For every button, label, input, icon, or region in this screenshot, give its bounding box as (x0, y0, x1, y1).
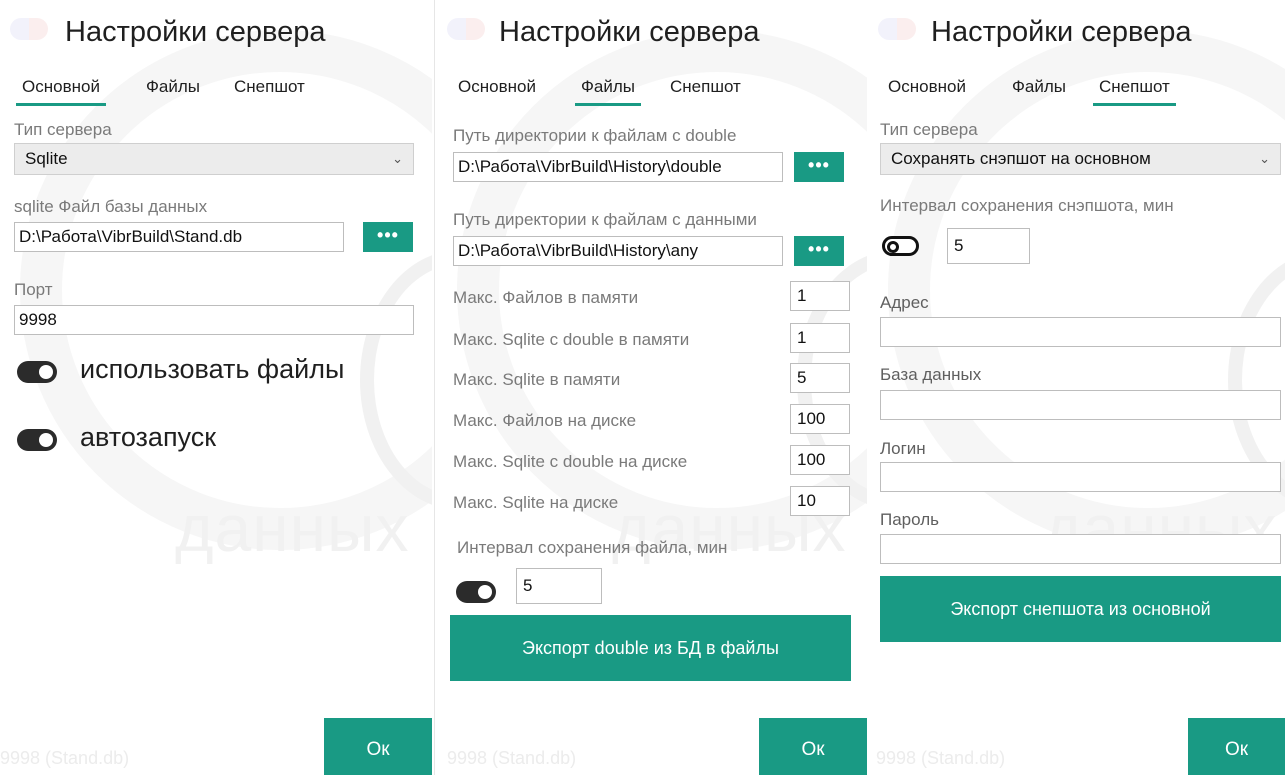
database-label: База данных (880, 365, 982, 384)
panel-divider (434, 0, 435, 775)
export-snapshot-button[interactable]: Экспорт снепшота из основной (880, 576, 1281, 642)
snapshot-mode-select[interactable]: Сохранять снэпшот на основном ⌄ (880, 143, 1281, 175)
limit-label: Макс. Sqlite с double в памяти (453, 330, 690, 349)
active-tab-indicator (1093, 103, 1176, 106)
limit-field[interactable]: 1 (790, 281, 850, 311)
tab-snapshot[interactable]: Снепшот (1093, 77, 1176, 106)
active-tab-indicator (575, 103, 642, 106)
snapshot-interval-toggle[interactable] (882, 236, 919, 256)
data-dir-field[interactable]: D:\Работа\VibrBuild\History\any (453, 236, 783, 266)
limit-field[interactable]: 1 (790, 323, 850, 353)
login-field[interactable] (880, 462, 1281, 492)
limit-label: Макс. Sqlite с double на диске (453, 452, 688, 471)
address-field[interactable] (880, 317, 1281, 347)
limit-label: Макс. Sqlite на диске (453, 493, 619, 512)
background-watermark: данных (868, 0, 1285, 775)
db-file-field[interactable]: D:\Работа\VibrBuild\Stand.db (14, 222, 344, 252)
tab-files[interactable]: Файлы (575, 77, 642, 106)
save-interval-field[interactable]: 5 (516, 568, 602, 604)
logo-icon (447, 18, 485, 40)
active-tab-indicator (16, 103, 106, 106)
double-dir-field[interactable]: D:\Работа\VibrBuild\History\double (453, 152, 783, 182)
password-field[interactable] (880, 534, 1281, 564)
use-files-label: использовать файлы (80, 354, 345, 384)
logo-icon (10, 18, 48, 40)
tab-files[interactable]: Файлы (146, 77, 200, 97)
status-text: 9998 (Stand.db) (447, 748, 577, 768)
limit-field[interactable]: 100 (790, 404, 850, 434)
limit-label: Макс. Файлов в памяти (453, 288, 639, 307)
browse-double-dir-button[interactable]: ••• (794, 152, 844, 182)
snapshot-interval-label: Интервал сохранения снэпшота, мин (880, 196, 1174, 215)
server-type-select[interactable]: Sqlite ⌄ (14, 143, 414, 175)
window-title: Настройки сервера (931, 16, 1192, 48)
tab-files[interactable]: Файлы (1012, 77, 1066, 97)
status-text: 9998 (Stand.db) (876, 748, 1006, 768)
tab-snapshot[interactable]: Снепшот (670, 77, 741, 97)
autostart-toggle[interactable] (17, 429, 57, 451)
login-label: Логин (880, 439, 926, 458)
window-title: Настройки сервера (65, 16, 326, 48)
snapshot-interval-field[interactable]: 5 (947, 228, 1030, 264)
address-label: Адрес (880, 293, 929, 312)
limit-label: Макс. Файлов на диске (453, 411, 637, 430)
ok-button[interactable]: Ок (324, 718, 432, 775)
tab-snapshot[interactable]: Снепшот (234, 77, 305, 97)
tab-main[interactable]: Основной (16, 77, 106, 106)
settings-panel-main: данных Настройки сервера Основной Файлы … (0, 0, 432, 775)
save-interval-label: Интервал сохранения файла, мин (457, 538, 728, 557)
limit-field[interactable]: 5 (790, 363, 850, 393)
data-dir-label: Путь директории к файлам с данными (453, 210, 757, 229)
browse-data-dir-button[interactable]: ••• (794, 236, 844, 266)
password-label: Пароль (880, 510, 939, 529)
settings-panel-files: данных Настройки сервера Основной Файлы … (437, 0, 867, 775)
export-double-button[interactable]: Экспорт double из БД в файлы (450, 615, 851, 681)
chevron-down-icon: ⌄ (392, 151, 403, 166)
chevron-down-icon: ⌄ (1259, 151, 1270, 166)
status-text: 9998 (Stand.db) (0, 748, 130, 768)
ok-button[interactable]: Ок (1188, 718, 1285, 775)
database-field[interactable] (880, 390, 1281, 420)
settings-panel-snapshot: данных Настройки сервера Основной Файлы … (868, 0, 1285, 775)
use-files-toggle[interactable] (17, 361, 57, 383)
double-dir-label: Путь директории к файлам с double (453, 126, 737, 145)
port-field[interactable]: 9998 (14, 305, 414, 335)
autostart-label: автозапуск (80, 422, 217, 452)
window-title: Настройки сервера (499, 16, 760, 48)
server-type-label: Тип сервера (880, 120, 978, 139)
logo-icon (878, 18, 916, 40)
server-type-label: Тип сервера (14, 120, 112, 139)
db-file-label: sqlite Файл базы данных (14, 197, 208, 216)
port-label: Порт (14, 280, 53, 299)
save-interval-toggle[interactable] (456, 581, 496, 603)
limit-field[interactable]: 100 (790, 445, 850, 475)
ok-button[interactable]: Ок (759, 718, 867, 775)
limit-label: Макс. Sqlite в памяти (453, 370, 621, 389)
tab-main[interactable]: Основной (888, 77, 966, 97)
background-watermark: данных (0, 0, 432, 775)
browse-db-file-button[interactable]: ••• (363, 222, 413, 252)
limit-field[interactable]: 10 (790, 486, 850, 516)
tab-main[interactable]: Основной (458, 77, 536, 97)
